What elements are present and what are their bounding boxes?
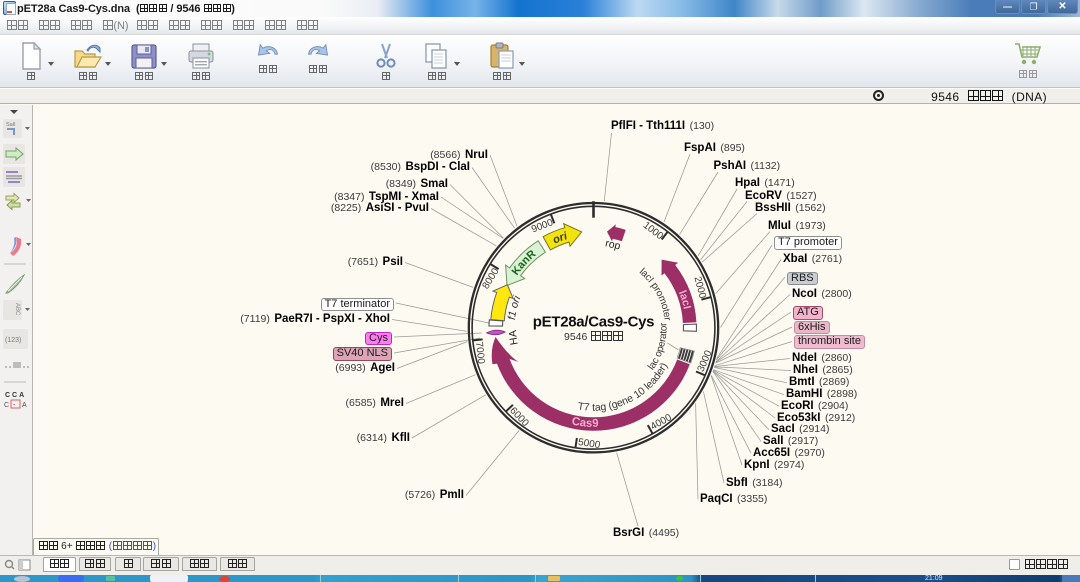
- svg-text:CCA: CCA: [5, 392, 26, 399]
- svg-text:C: C: [4, 402, 9, 409]
- svg-text:4000: 4000: [649, 412, 674, 433]
- svg-text:ABC: ABC: [14, 303, 20, 316]
- svg-text:HA: HA: [507, 330, 521, 346]
- svg-text:A: A: [22, 402, 27, 409]
- svg-text:rop: rop: [604, 237, 622, 252]
- svg-text:(123): (123): [5, 337, 21, 344]
- svg-text:pET28a/Cas9-Cys: pET28a/Cas9-Cys: [533, 314, 654, 331]
- svg-text:SalI: SalI: [6, 122, 16, 128]
- svg-text:7000: 7000: [473, 341, 486, 365]
